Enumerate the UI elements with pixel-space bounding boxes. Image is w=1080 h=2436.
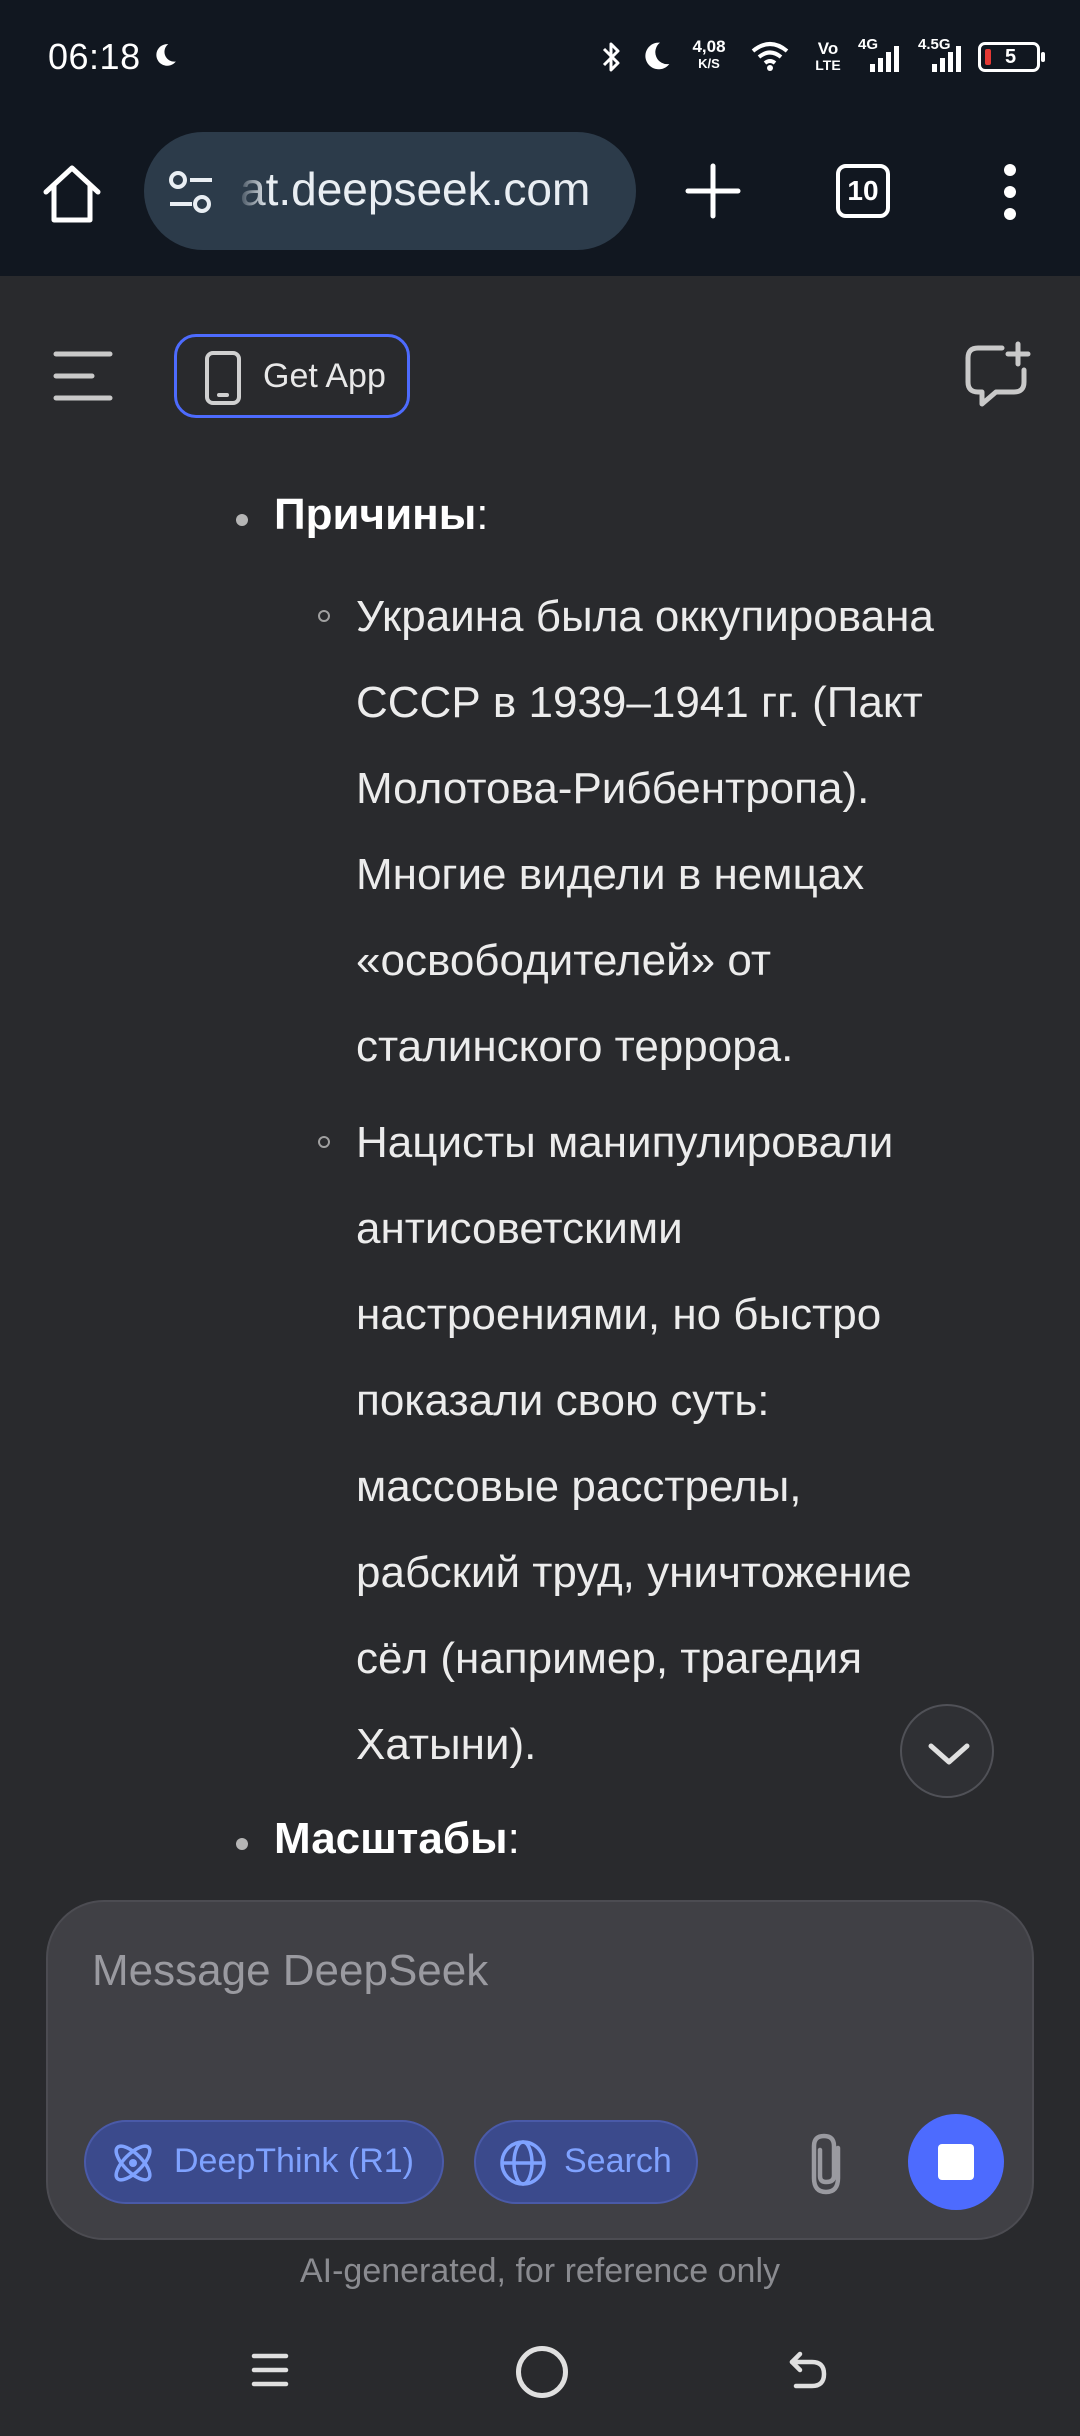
signal-icon bbox=[870, 46, 899, 72]
get-app-button[interactable]: Get App bbox=[174, 334, 410, 418]
battery-level: 5 bbox=[1005, 46, 1017, 68]
colon: : bbox=[507, 1814, 520, 1863]
volte-bottom: LTE bbox=[815, 57, 841, 73]
volte-top: Vo bbox=[817, 39, 839, 58]
text-line: сталинского террора. bbox=[356, 1022, 794, 1071]
phone-icon bbox=[203, 351, 243, 410]
deepthink-label: DeepThink (R1) bbox=[174, 2142, 414, 2180]
site-settings-icon[interactable] bbox=[166, 170, 216, 219]
home-icon[interactable] bbox=[36, 158, 108, 230]
net-speed-unit: K/S bbox=[698, 56, 720, 71]
volte-indicator: Vo LTE bbox=[808, 40, 848, 74]
text-line: антисоветскими bbox=[356, 1204, 683, 1253]
sub-bullet bbox=[318, 610, 330, 622]
app-header: Get App bbox=[0, 278, 1080, 458]
text-line: «освободителей» от bbox=[356, 936, 771, 985]
get-app-label: Get App bbox=[263, 357, 386, 395]
url-text[interactable]: at.deepseek.com bbox=[240, 162, 590, 216]
signal-45g: 4.5G bbox=[918, 36, 966, 76]
address-bar[interactable]: at.deepseek.com bbox=[144, 132, 636, 250]
bluetooth-icon bbox=[600, 40, 624, 79]
moon-icon bbox=[152, 42, 178, 73]
bullet bbox=[236, 514, 248, 526]
chat-content: Причины: Украина была оккупирована СССР … bbox=[0, 460, 1080, 1900]
menu-icon[interactable] bbox=[52, 348, 114, 409]
status-icons: 4,08 K/S Vo LTE 4G 4.5G 5 bbox=[600, 32, 1045, 82]
net-speed: 4,08 K/S bbox=[684, 38, 734, 72]
list-item: Нацисты манипулировали антисоветскими на… bbox=[356, 1100, 1036, 1788]
section-title-scale: Масштабы bbox=[274, 1814, 508, 1863]
home-nav-icon[interactable] bbox=[516, 2346, 568, 2398]
text-line: Нацисты манипулировали bbox=[356, 1118, 894, 1167]
paperclip-icon[interactable] bbox=[800, 2130, 856, 2205]
browser-chrome: 06:18 4,08 K/S Vo LTE 4G 4.5G 5 at.deeps… bbox=[0, 0, 1080, 276]
scroll-to-bottom-button[interactable] bbox=[900, 1704, 994, 1798]
colon: : bbox=[476, 490, 489, 539]
url-fade bbox=[228, 132, 268, 250]
section-heading: Масштабы: bbox=[274, 1814, 520, 1864]
more-vert-icon[interactable] bbox=[990, 156, 1030, 228]
text-line: Украина была оккупирована bbox=[356, 592, 934, 641]
globe-icon bbox=[500, 2140, 546, 2186]
deepthink-button[interactable]: DeepThink (R1) bbox=[84, 2120, 444, 2204]
net-speed-value: 4,08 bbox=[692, 37, 726, 56]
new-tab-icon[interactable] bbox=[680, 158, 746, 224]
section-heading: Причины: bbox=[274, 490, 489, 540]
status-bar: 06:18 4,08 K/S Vo LTE 4G 4.5G 5 bbox=[0, 0, 1080, 118]
text-line: настроениями, но быстро bbox=[356, 1290, 882, 1339]
stop-icon bbox=[938, 2144, 974, 2180]
text-line: сёл (например, трагедия bbox=[356, 1634, 863, 1683]
text-line: Многие видели в немцах bbox=[356, 850, 865, 899]
atom-icon bbox=[114, 2144, 152, 2182]
sub-bullet bbox=[318, 1136, 330, 1148]
text-line: рабский труд, уничтожение bbox=[356, 1548, 912, 1597]
search-button[interactable]: Search bbox=[474, 2120, 698, 2204]
screen: 06:18 4,08 K/S Vo LTE 4G 4.5G 5 at.deeps… bbox=[0, 0, 1080, 2436]
message-composer: Message DeepSeek DeepThink (R1) Search bbox=[46, 1900, 1034, 2240]
system-nav-bar bbox=[0, 2320, 1080, 2436]
new-chat-icon[interactable] bbox=[962, 340, 1032, 415]
chevron-down-icon bbox=[928, 1743, 970, 1765]
battery-icon: 5 bbox=[978, 42, 1045, 72]
signal-icon bbox=[932, 46, 961, 72]
text-line: СССР в 1939–1941 гг. (Пакт bbox=[356, 678, 923, 727]
moon-icon bbox=[640, 40, 672, 77]
stop-generating-button[interactable] bbox=[908, 2114, 1004, 2210]
list-item: Украина была оккупирована СССР в 1939–19… bbox=[356, 574, 1036, 1090]
text-line: Молотова-Риббентропа). bbox=[356, 764, 870, 813]
search-label: Search bbox=[564, 2142, 672, 2180]
recents-icon[interactable] bbox=[250, 2350, 290, 2395]
back-icon[interactable] bbox=[786, 2348, 830, 2397]
message-input[interactable]: Message DeepSeek bbox=[92, 1946, 488, 1996]
disclaimer: AI-generated, for reference only bbox=[299, 2252, 781, 2290]
section-title-reasons: Причины bbox=[274, 490, 477, 539]
text-line: массовые расстрелы, bbox=[356, 1462, 802, 1511]
status-time: 06:18 bbox=[48, 36, 141, 77]
wifi-icon bbox=[750, 40, 790, 77]
text-line: показали свою суть: bbox=[356, 1376, 770, 1425]
tabs-icon[interactable]: 10 bbox=[836, 164, 890, 218]
signal-4g: 4G bbox=[858, 36, 906, 76]
url-bar-row: at.deepseek.com 10 bbox=[0, 132, 1080, 252]
bullet bbox=[236, 1838, 248, 1850]
